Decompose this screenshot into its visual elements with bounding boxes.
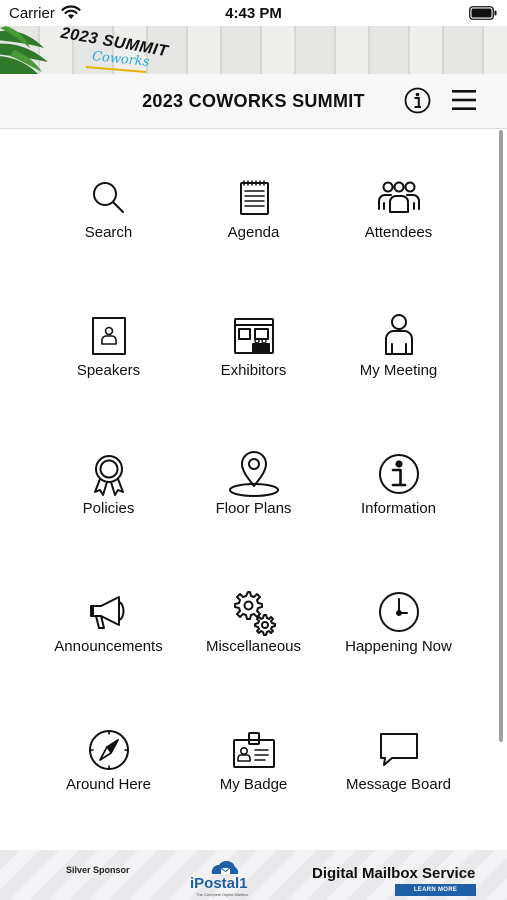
menu-tile-label: Attendees — [364, 224, 433, 241]
menu-tile-label: My Badge — [219, 776, 288, 793]
menu-tile-my-meeting[interactable]: My Meeting — [326, 276, 471, 414]
menu-tile-label: Information — [360, 500, 437, 517]
menu-tile-happening-now[interactable]: Happening Now — [326, 552, 471, 690]
menu-tile-label: Floor Plans — [215, 500, 292, 517]
sponsor-headline: Digital Mailbox Service — [312, 865, 476, 882]
battery-icon — [469, 6, 497, 20]
menu-tile-attendees[interactable]: Attendees — [326, 138, 471, 276]
app-screen: Carrier 4:43 PM 2023 SUMMIT Coworks 2023… — [0, 0, 507, 900]
message-board-icon — [373, 726, 425, 778]
event-banner: 2023 SUMMIT Coworks — [0, 26, 507, 74]
sponsor-tier-label: Silver Sponsor — [66, 865, 130, 875]
miscellaneous-icon — [228, 588, 280, 640]
menu-tile-floor-plans[interactable]: Floor Plans — [181, 414, 326, 552]
clock: 4:43 PM — [225, 5, 282, 22]
info-icon[interactable] — [404, 87, 431, 114]
search-icon — [83, 174, 135, 226]
menu-tile-label: Message Board — [345, 776, 452, 793]
menu-tile-label: Search — [84, 224, 133, 241]
menu-tile-announcements[interactable]: Announcements — [36, 552, 181, 690]
information-icon — [373, 450, 425, 502]
scrollbar[interactable] — [499, 130, 503, 742]
my-badge-icon — [228, 726, 280, 778]
menu-tile-label: Agenda — [227, 224, 280, 241]
menu-tile-search[interactable]: Search — [36, 138, 181, 276]
menu-tile-label: My Meeting — [359, 362, 438, 379]
hamburger-menu-icon[interactable] — [452, 89, 476, 111]
announcements-icon — [83, 588, 135, 640]
menu-tile-label: Announcements — [54, 638, 163, 655]
learn-more-button[interactable]: LEARN MORE — [395, 884, 476, 896]
menu-tile-label: Exhibitors — [220, 362, 287, 379]
menu-tile-agenda[interactable]: Agenda — [181, 138, 326, 276]
menu-tile-my-badge[interactable]: My Badge — [181, 690, 326, 828]
menu-tile-label: Speakers — [76, 362, 141, 379]
menu-tile-information[interactable]: Information — [326, 414, 471, 552]
menu-tile-label: Policies — [82, 500, 135, 517]
status-bar: Carrier 4:43 PM — [0, 0, 507, 27]
menu-grid: Search Agenda Attendees Speakers Exhibit… — [36, 138, 471, 828]
menu-tile-around-here[interactable]: Around Here — [36, 690, 181, 828]
around-here-icon — [83, 726, 135, 778]
agenda-icon — [228, 174, 280, 226]
app-header: 2023 COWORKS SUMMIT — [0, 74, 507, 129]
menu-tile-miscellaneous[interactable]: Miscellaneous — [181, 552, 326, 690]
menu-tile-label: Around Here — [65, 776, 152, 793]
floor-plans-icon — [228, 450, 280, 502]
sponsor-logo-text: iPostal1 — [190, 875, 248, 892]
speakers-icon — [83, 312, 135, 364]
exhibitors-icon — [228, 312, 280, 364]
policies-icon — [83, 450, 135, 502]
my-meeting-icon — [373, 312, 425, 364]
sponsor-logo-subtext: The Complete Digital Mailbox — [196, 892, 249, 897]
menu-tile-speakers[interactable]: Speakers — [36, 276, 181, 414]
menu-tile-label: Happening Now — [345, 638, 452, 655]
menu-tile-policies[interactable]: Policies — [36, 414, 181, 552]
menu-tile-exhibitors[interactable]: Exhibitors — [181, 276, 326, 414]
sponsor-banner[interactable]: Silver Sponsor iPostal1 The Complete Dig… — [0, 850, 507, 900]
menu-tile-message-board[interactable]: Message Board — [326, 690, 471, 828]
attendees-icon — [373, 174, 425, 226]
menu-tile-label: Miscellaneous — [205, 638, 302, 655]
happening-now-icon — [373, 588, 425, 640]
